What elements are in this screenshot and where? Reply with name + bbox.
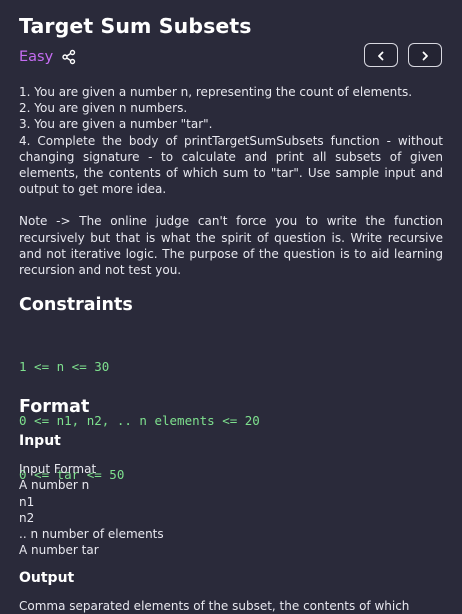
problem-description: 1. You are given a number n, representin…: [19, 84, 443, 278]
format-heading: Format: [19, 397, 90, 417]
description-line: 3. You are given a number "tar".: [19, 117, 213, 132]
chevron-left-icon: [376, 46, 386, 65]
problem-title: Target Sum Subsets: [19, 14, 252, 38]
problem-note: Note -> The online judge can't force you…: [19, 214, 443, 278]
difficulty-badge: Easy: [19, 49, 54, 65]
input-format-line: A number tar: [19, 543, 99, 558]
constraints-heading: Constraints: [19, 295, 133, 315]
problem-page: Target Sum Subsets Easy 1. You are given…: [0, 0, 462, 614]
chevron-right-icon: [420, 46, 430, 65]
problem-meta: Easy: [19, 47, 77, 67]
constraint-line: 1 <= n <= 30: [19, 359, 110, 374]
output-heading: Output: [19, 570, 75, 586]
input-format-list: Input Format A number n n1 n2 .. n numbe…: [19, 461, 164, 559]
input-format-line: Input Format: [19, 462, 97, 476]
output-format-text: Comma separated elements of the subset, …: [19, 599, 410, 613]
input-format-line: .. n number of elements: [19, 527, 164, 542]
description-line: 1. You are given a number n, representin…: [19, 85, 413, 99]
share-icon[interactable]: [61, 49, 77, 65]
description-line: 4. Complete the body of printTargetSumSu…: [19, 133, 443, 197]
next-problem-button[interactable]: [408, 43, 442, 67]
description-line: 2. You are given n numbers.: [19, 101, 188, 116]
input-format-line: n2: [19, 510, 35, 525]
input-format-line: n1: [19, 494, 35, 509]
input-format-line: A number n: [19, 478, 90, 493]
prev-problem-button[interactable]: [364, 43, 398, 67]
input-heading: Input: [19, 433, 61, 449]
